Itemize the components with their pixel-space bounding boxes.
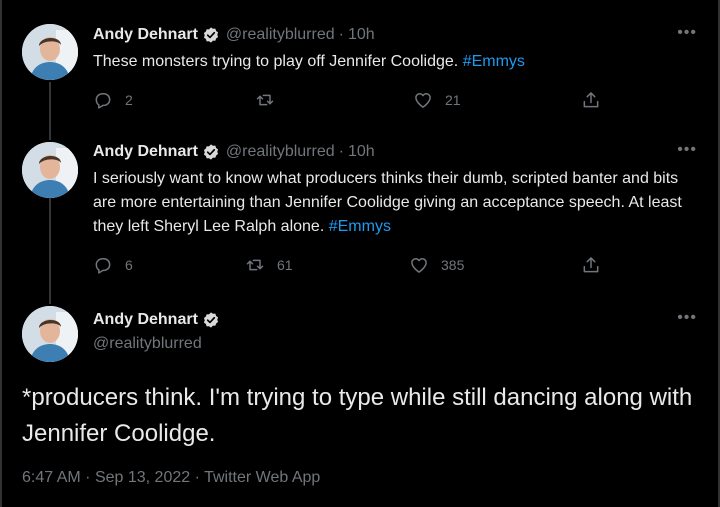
reply-count: 6 (125, 257, 133, 273)
tweet-timestamp[interactable]: 6:47 AM (22, 469, 81, 486)
share-icon (583, 92, 599, 108)
retweet-button[interactable] (255, 90, 287, 110)
more-horizontal-icon[interactable]: ••• (677, 310, 697, 326)
author-name[interactable]: Andy Dehnart (93, 311, 198, 329)
tweet-meta: 6:47 AM · Sep 13, 2022 · Twitter Web App (22, 469, 320, 487)
verified-badge-icon (203, 27, 218, 43)
like-button[interactable]: 21 (413, 90, 461, 110)
verified-badge-icon (203, 144, 218, 160)
tweet-time[interactable]: 10h (348, 26, 375, 44)
author-name[interactable]: Andy Dehnart (93, 143, 198, 161)
thread-connector-line (49, 198, 51, 304)
separator-dot: · (85, 469, 91, 486)
avatar[interactable] (22, 142, 78, 198)
tweet-time[interactable]: 10h (348, 143, 375, 161)
reply-button[interactable]: 6 (93, 255, 133, 275)
reply-icon (95, 93, 111, 109)
reply-button[interactable]: 2 (93, 90, 133, 110)
reply-icon (95, 258, 111, 274)
like-count: 21 (445, 92, 461, 108)
hashtag-link[interactable]: #Emmys (329, 218, 391, 235)
separator-dot: · (338, 26, 344, 43)
tweet-date[interactable]: Sep 13, 2022 (95, 469, 190, 486)
thread-connector-line (49, 82, 51, 140)
tweet-actions: 6 61 385 (93, 255, 613, 279)
tweet-header: Andy Dehnart (93, 311, 220, 329)
avatar-photo (22, 24, 78, 80)
author-name[interactable]: Andy Dehnart (93, 26, 198, 44)
separator-dot: · (338, 143, 344, 160)
tweet-header: Andy Dehnart @realityblurred · 10h (93, 26, 375, 44)
tweet-text: I seriously want to know what producers … (93, 167, 703, 239)
like-button[interactable]: 385 (409, 255, 464, 275)
tweet-thread-view: Andy Dehnart @realityblurred · 10h ••• T… (0, 0, 720, 507)
heart-icon (415, 93, 431, 108)
tweet-actions: 2 21 (93, 90, 613, 114)
heart-icon (411, 258, 427, 273)
retweet-count: 61 (277, 257, 293, 273)
verified-badge-icon (203, 312, 218, 328)
share-icon (583, 257, 599, 273)
share-button[interactable] (581, 90, 601, 110)
retweet-icon (256, 94, 274, 106)
like-count: 385 (441, 257, 465, 273)
avatar[interactable] (22, 306, 78, 362)
author-handle[interactable]: @realityblurred (226, 26, 335, 44)
tweet-header: Andy Dehnart @realityblurred · 10h (93, 143, 375, 161)
avatar[interactable] (22, 24, 78, 80)
tweet-text: These monsters trying to play off Jennif… (93, 50, 703, 74)
avatar-photo (22, 142, 78, 198)
more-horizontal-icon[interactable]: ••• (677, 25, 697, 41)
author-handle[interactable]: @realityblurred (226, 143, 335, 161)
reply-count: 2 (125, 92, 133, 108)
author-handle[interactable]: @realityblurred (93, 335, 202, 353)
main-tweet-text: *producers think. I'm trying to type whi… (22, 384, 693, 447)
tweet-body: These monsters trying to play off Jennif… (93, 53, 459, 70)
hashtag-link[interactable]: #Emmys (463, 53, 525, 70)
tweet-source[interactable]: Twitter Web App (204, 469, 320, 486)
share-button[interactable] (581, 255, 601, 275)
separator-dot: · (194, 469, 200, 486)
retweet-button[interactable]: 61 (245, 255, 293, 275)
more-horizontal-icon[interactable]: ••• (677, 142, 697, 158)
retweet-icon (246, 259, 264, 271)
avatar-photo (22, 306, 78, 362)
